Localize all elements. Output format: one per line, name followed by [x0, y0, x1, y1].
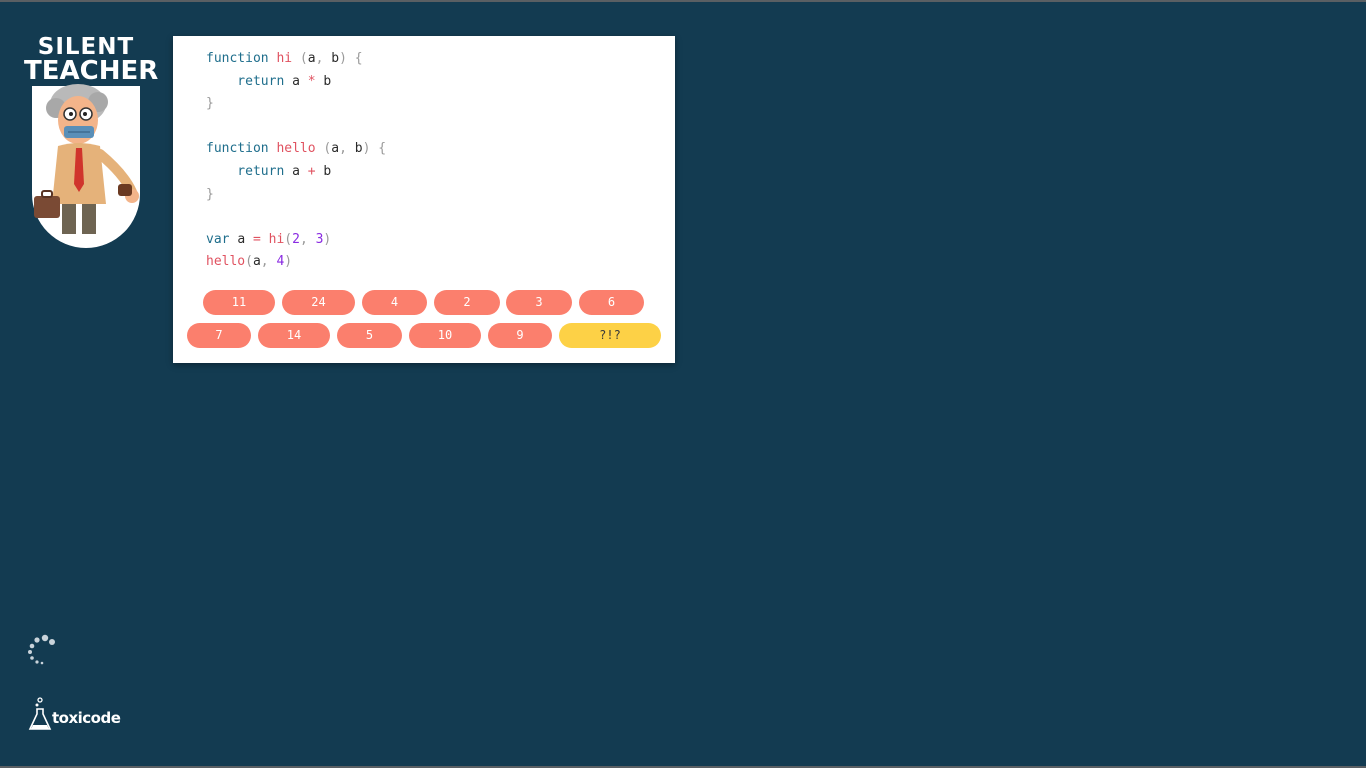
code-token: ) — [323, 231, 332, 247]
brand-label: toxicode — [52, 709, 121, 727]
code-line: var a = hi(2, 3) — [206, 229, 386, 252]
code-token: var — [206, 231, 238, 247]
answer-button[interactable]: 10 — [409, 323, 481, 348]
code-token: 2 — [292, 231, 300, 247]
code-token: , — [299, 231, 316, 247]
answer-button[interactable]: 4 — [362, 290, 427, 315]
code-token: function — [206, 51, 277, 66]
code-card: function hi (a, b) { return a * b} funct… — [173, 36, 675, 363]
code-token: hello — [276, 141, 316, 157]
answer-button[interactable]: 5 — [337, 323, 402, 348]
code-token: } — [206, 186, 214, 202]
code-snippet: function hi (a, b) { return a * b} funct… — [206, 48, 386, 274]
top-border — [0, 0, 1366, 2]
answer-button[interactable]: 9 — [488, 323, 552, 348]
code-token: ( — [292, 51, 308, 66]
code-token: b — [354, 141, 363, 157]
silent-teacher-logo: SILENT TEACHER — [24, 34, 158, 252]
code-line: return a * b — [206, 71, 386, 94]
code-token: a — [252, 254, 261, 270]
code-line: } — [206, 184, 386, 207]
code-token: * — [299, 73, 324, 89]
flask-icon — [28, 697, 52, 730]
code-token: b — [323, 163, 332, 179]
code-token: ) { — [339, 51, 363, 66]
code-token: hello — [206, 254, 246, 270]
code-token: ) { — [362, 141, 387, 157]
code-token: } — [206, 96, 214, 112]
code-token: return — [206, 163, 293, 179]
code-line: function hello (a, b) { — [206, 138, 386, 161]
code-token: function — [206, 141, 277, 157]
answer-button-unknown[interactable]: ?!? — [559, 323, 661, 348]
answer-button[interactable]: 2 — [434, 290, 500, 315]
answer-button[interactable]: 11 — [203, 290, 275, 315]
answer-button[interactable]: 3 — [506, 290, 572, 315]
code-token: a — [237, 231, 246, 247]
code-token: ( — [245, 254, 253, 270]
code-token: a — [331, 141, 340, 157]
code-token: ) — [284, 254, 293, 270]
answer-button[interactable]: 14 — [258, 323, 330, 348]
code-line: function hi (a, b) { — [206, 48, 386, 71]
code-token: a — [307, 51, 316, 66]
answer-button[interactable]: 24 — [282, 290, 355, 315]
code-line: } — [206, 93, 386, 116]
code-token: , — [339, 141, 355, 157]
code-token: hi — [268, 231, 285, 247]
code-token: + — [299, 163, 324, 179]
code-token: = — [245, 231, 269, 247]
code-line: return a + b — [206, 161, 386, 184]
code-token: a — [292, 73, 300, 89]
code-token: b — [323, 73, 332, 89]
loading-spinner-icon — [28, 634, 55, 665]
answer-button[interactable]: 6 — [579, 290, 644, 315]
code-line: hello(a, 4) — [206, 251, 386, 274]
code-token: return — [206, 73, 293, 89]
code-token: ( — [315, 141, 332, 157]
code-token: hi — [276, 51, 293, 66]
code-token: b — [331, 51, 340, 66]
code-token: ( — [284, 231, 293, 247]
code-token: , — [315, 51, 332, 66]
code-token: , — [260, 254, 277, 270]
toxicode-brand[interactable]: toxicode — [28, 697, 121, 733]
answer-button[interactable]: 7 — [187, 323, 251, 348]
teacher-character-icon — [34, 84, 139, 234]
code-token: a — [292, 163, 300, 179]
